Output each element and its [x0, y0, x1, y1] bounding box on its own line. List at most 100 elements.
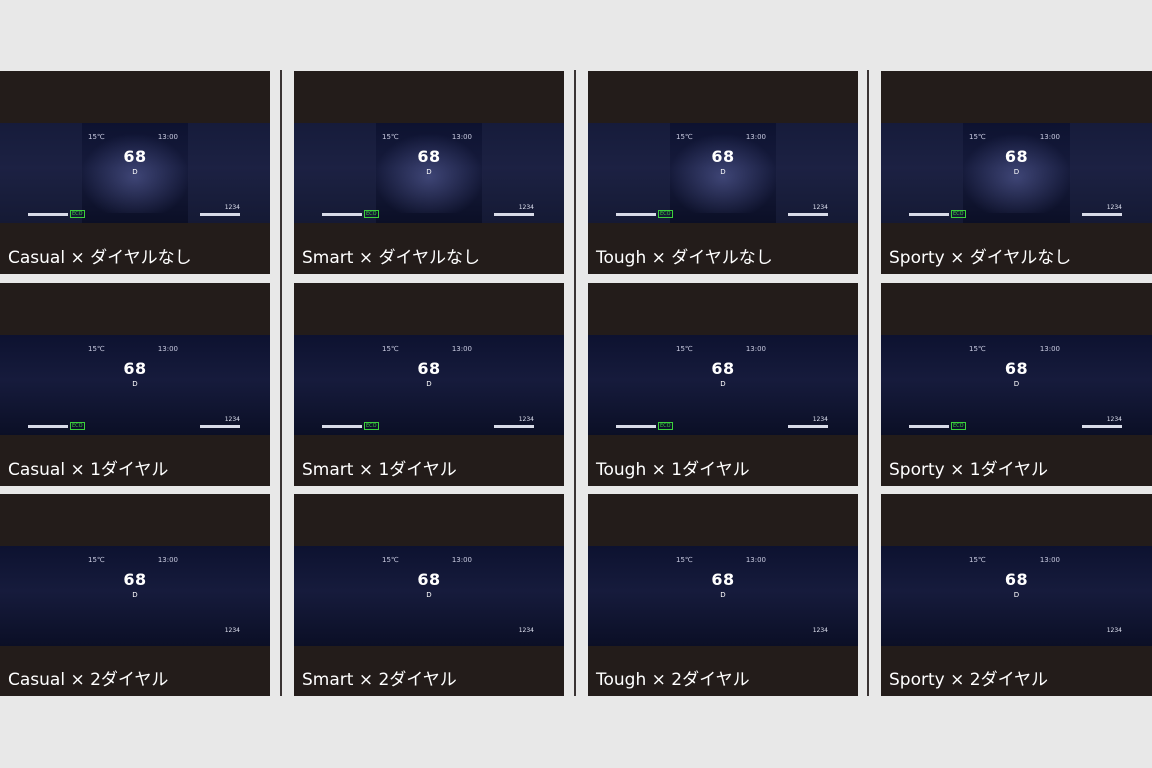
clock-readout: 13:00 — [157, 556, 178, 564]
fuel-bar — [28, 425, 68, 428]
fuel-bar — [28, 213, 68, 216]
range-bar — [1082, 213, 1122, 216]
panel-caption: Sporty × 2ダイヤル — [889, 670, 1049, 690]
panel-caption: Smart × ダイヤルなし — [302, 248, 480, 268]
temperature-readout: 15℃ — [382, 133, 399, 141]
temperature-readout: 15℃ — [676, 556, 693, 564]
range-bar — [494, 425, 534, 428]
range-bar — [1082, 425, 1122, 428]
gear-indicator: D — [720, 168, 726, 176]
panel-casual-no-dial[interactable]: 15℃ 13:00 68 D ECO 1234 Casual × ダイヤルなし — [0, 71, 270, 274]
range-bar — [200, 213, 240, 216]
odometer-readout: 1234 — [518, 204, 534, 211]
temperature-readout: 15℃ — [969, 133, 986, 141]
cluster-screen: 15℃ 13:00 68 D ECO 1234 — [588, 335, 858, 435]
panel-caption: Tough × 2ダイヤル — [596, 670, 750, 690]
column-divider — [280, 70, 282, 696]
panel-casual-one-dial[interactable]: 15℃ 13:00 68 D ECO 1234 Casual × 1ダイヤル — [0, 283, 270, 486]
gear-indicator: D — [426, 380, 432, 388]
speed-readout: 68 — [123, 570, 147, 589]
eco-badge: ECO — [951, 422, 966, 430]
cluster-screen: 15℃ 13:00 68 D ECO 1234 — [881, 123, 1152, 223]
odometer-readout: 1234 — [812, 627, 828, 634]
odometer-readout: 1234 — [1106, 416, 1122, 423]
fuel-bar — [616, 213, 656, 216]
panel-sporty-two-dial[interactable]: 15℃ 13:00 68 D 1234 Sporty × 2ダイヤル — [881, 494, 1152, 696]
speed-readout: 68 — [711, 147, 735, 166]
gear-indicator: D — [720, 380, 726, 388]
range-bar — [494, 213, 534, 216]
clock-readout: 13:00 — [451, 556, 472, 564]
clock-readout: 13:00 — [1039, 345, 1060, 353]
odometer-readout: 1234 — [224, 416, 240, 423]
fuel-bar — [909, 213, 949, 216]
panel-casual-two-dial[interactable]: 15℃ 13:00 68 D 1234 Casual × 2ダイヤル — [0, 494, 270, 696]
odometer-readout: 1234 — [812, 204, 828, 211]
temperature-readout: 15℃ — [88, 345, 105, 353]
cluster-screen: 15℃ 13:00 68 D ECO 1234 — [0, 335, 270, 435]
panel-caption: Casual × 2ダイヤル — [8, 670, 169, 690]
gear-indicator: D — [1013, 168, 1020, 176]
cluster-screen: 15℃ 13:00 68 D ECO 1234 — [588, 123, 858, 223]
temperature-readout: 15℃ — [382, 345, 399, 353]
clock-readout: 13:00 — [745, 133, 766, 141]
clock-readout: 13:00 — [157, 133, 178, 141]
clock-readout: 13:00 — [157, 345, 178, 353]
panel-tough-two-dial[interactable]: 15℃ 13:00 68 D 1234 Tough × 2ダイヤル — [588, 494, 858, 696]
clock-readout: 13:00 — [1039, 133, 1060, 141]
odometer-readout: 1234 — [518, 627, 534, 634]
clock-readout: 13:00 — [1039, 556, 1060, 564]
cluster-screen: 15℃ 13:00 68 D ECO 1234 — [294, 335, 564, 435]
clock-readout: 13:00 — [745, 345, 766, 353]
eco-badge: ECO — [364, 210, 379, 218]
clock-readout: 13:00 — [745, 556, 766, 564]
temperature-readout: 15℃ — [969, 556, 986, 564]
cluster-screen: 15℃ 13:00 68 D 1234 — [588, 546, 858, 646]
panel-smart-one-dial[interactable]: 15℃ 13:00 68 D ECO 1234 Smart × 1ダイヤル — [294, 283, 564, 486]
speed-readout: 68 — [1004, 359, 1029, 378]
panel-smart-two-dial[interactable]: 15℃ 13:00 68 D 1234 Smart × 2ダイヤル — [294, 494, 564, 696]
odometer-readout: 1234 — [224, 627, 240, 634]
fuel-bar — [322, 425, 362, 428]
gear-indicator: D — [1013, 591, 1020, 599]
panel-tough-one-dial[interactable]: 15℃ 13:00 68 D ECO 1234 Tough × 1ダイヤル — [588, 283, 858, 486]
gear-indicator: D — [720, 591, 726, 599]
clock-readout: 13:00 — [451, 345, 472, 353]
fuel-bar — [322, 213, 362, 216]
temperature-readout: 15℃ — [382, 556, 399, 564]
panel-smart-no-dial[interactable]: 15℃ 13:00 68 D ECO 1234 Smart × ダイヤルなし — [294, 71, 564, 274]
odometer-readout: 1234 — [1106, 627, 1122, 634]
speed-readout: 68 — [417, 147, 441, 166]
gear-indicator: D — [132, 380, 138, 388]
gear-indicator: D — [426, 591, 432, 599]
panel-caption: Sporty × 1ダイヤル — [889, 460, 1049, 480]
column-divider — [574, 70, 576, 696]
range-bar — [788, 213, 828, 216]
range-bar — [200, 425, 240, 428]
odometer-readout: 1234 — [812, 416, 828, 423]
cluster-screen: 15℃ 13:00 68 D 1234 — [0, 546, 270, 646]
speed-readout: 68 — [123, 147, 147, 166]
panel-sporty-no-dial[interactable]: 15℃ 13:00 68 D ECO 1234 Sporty × ダイヤルなし — [881, 71, 1152, 274]
odometer-readout: 1234 — [518, 416, 534, 423]
eco-badge: ECO — [658, 422, 673, 430]
eco-badge: ECO — [658, 210, 673, 218]
temperature-readout: 15℃ — [88, 133, 105, 141]
panel-sporty-one-dial[interactable]: 15℃ 13:00 68 D ECO 1234 Sporty × 1ダイヤル — [881, 283, 1152, 486]
gear-indicator: D — [132, 168, 138, 176]
speed-readout: 68 — [1004, 147, 1029, 166]
speed-readout: 68 — [417, 359, 441, 378]
gear-indicator: D — [132, 591, 138, 599]
temperature-readout: 15℃ — [969, 345, 986, 353]
panel-tough-no-dial[interactable]: 15℃ 13:00 68 D ECO 1234 Tough × ダイヤルなし — [588, 71, 858, 274]
range-bar — [788, 425, 828, 428]
eco-badge: ECO — [70, 422, 85, 430]
gear-indicator: D — [1013, 380, 1020, 388]
column-divider — [867, 70, 869, 696]
speed-readout: 68 — [123, 359, 147, 378]
panel-caption: Casual × ダイヤルなし — [8, 248, 192, 268]
cluster-screen: 15℃ 13:00 68 D 1234 — [881, 546, 1152, 646]
cluster-screen: 15℃ 13:00 68 D 1234 — [294, 546, 564, 646]
speed-readout: 68 — [711, 359, 735, 378]
panel-caption: Tough × 1ダイヤル — [596, 460, 750, 480]
